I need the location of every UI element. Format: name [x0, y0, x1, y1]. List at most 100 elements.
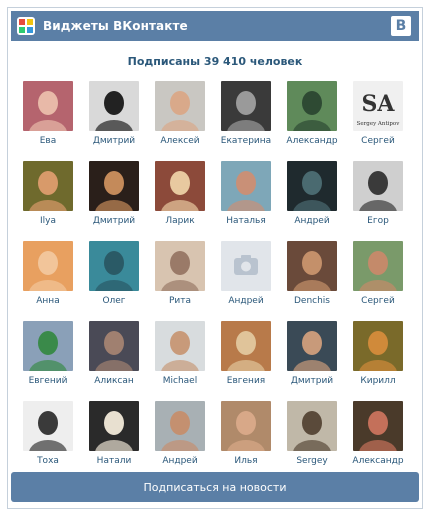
- subscriber-name[interactable]: Дмитрий: [93, 216, 135, 226]
- subscriber-item[interactable]: Евгения: [213, 321, 279, 401]
- subscriber-item[interactable]: Евгений: [15, 321, 81, 401]
- avatar[interactable]: [89, 161, 139, 211]
- avatar[interactable]: [23, 401, 73, 451]
- subscriber-item[interactable]: Ева: [15, 81, 81, 161]
- subscriber-name[interactable]: Олег: [102, 296, 125, 306]
- subscribers-grid: Ева Дмитрий Алексей Екатерина Александр SA Ser…: [15, 81, 411, 481]
- subscriber-name[interactable]: Натали: [97, 456, 132, 466]
- avatar[interactable]: [221, 81, 271, 131]
- subscriber-name[interactable]: Андрей: [228, 296, 263, 306]
- subscriber-name[interactable]: Евгений: [29, 376, 68, 386]
- avatar[interactable]: [353, 401, 403, 451]
- subscriber-item[interactable]: Александр: [345, 401, 411, 481]
- subscriber-name[interactable]: Евгения: [227, 376, 265, 386]
- subscriber-name[interactable]: Екатерина: [221, 136, 271, 146]
- subscriber-item[interactable]: Тоха: [15, 401, 81, 481]
- subscriber-item[interactable]: Андрей: [279, 161, 345, 241]
- subscriber-name[interactable]: Егор: [367, 216, 389, 226]
- avatar[interactable]: [287, 321, 337, 371]
- avatar[interactable]: [353, 161, 403, 211]
- subscriber-name[interactable]: Андрей: [294, 216, 329, 226]
- subscriber-name[interactable]: Ларик: [165, 216, 194, 226]
- subscriber-name[interactable]: Рита: [169, 296, 191, 306]
- subscriber-item[interactable]: Алексей: [147, 81, 213, 161]
- avatar[interactable]: [353, 321, 403, 371]
- subscriber-name[interactable]: Сергей: [361, 136, 395, 146]
- avatar[interactable]: [155, 401, 205, 451]
- avatar[interactable]: [221, 401, 271, 451]
- avatar[interactable]: [89, 321, 139, 371]
- subscriber-name[interactable]: Илья: [234, 456, 257, 466]
- subscriber-item[interactable]: Ilya: [15, 161, 81, 241]
- avatar[interactable]: [155, 321, 205, 371]
- subscriber-item[interactable]: Наталья: [213, 161, 279, 241]
- subscriber-name[interactable]: Алексей: [160, 136, 199, 146]
- widget-app-icon: [17, 17, 35, 35]
- subscriber-name[interactable]: Анна: [36, 296, 59, 306]
- subscriber-item[interactable]: Егор: [345, 161, 411, 241]
- avatar[interactable]: [353, 241, 403, 291]
- subscribe-button[interactable]: Подписаться на новости: [11, 472, 419, 502]
- subscriber-name[interactable]: Ева: [40, 136, 57, 146]
- avatar[interactable]: [23, 321, 73, 371]
- subscriber-item[interactable]: Олег: [81, 241, 147, 321]
- subscriber-item[interactable]: Андрей: [147, 401, 213, 481]
- subscriber-item[interactable]: Denchis: [279, 241, 345, 321]
- vk-logo[interactable]: В: [391, 16, 411, 36]
- avatar[interactable]: [155, 81, 205, 131]
- subscribers-count: Подписаны 39 410 человек: [127, 55, 303, 68]
- avatar[interactable]: [23, 241, 73, 291]
- subscriber-name[interactable]: Александр: [286, 136, 337, 146]
- avatar[interactable]: [221, 161, 271, 211]
- subscriber-item[interactable]: Кирилл: [345, 321, 411, 401]
- avatar[interactable]: [89, 81, 139, 131]
- subscriber-item[interactable]: Ларик: [147, 161, 213, 241]
- avatar[interactable]: [287, 401, 337, 451]
- subscriber-item[interactable]: Сергей: [345, 241, 411, 321]
- avatar[interactable]: SA Sergey Antipov: [353, 81, 403, 131]
- subscriber-name[interactable]: Наталья: [226, 216, 266, 226]
- subscriber-name[interactable]: Denchis: [294, 296, 330, 306]
- avatar-logo-text: SA: [362, 91, 396, 117]
- subscriber-item[interactable]: Натали: [81, 401, 147, 481]
- avatar[interactable]: [287, 161, 337, 211]
- subscriber-name[interactable]: Александр: [352, 456, 403, 466]
- avatar[interactable]: [155, 241, 205, 291]
- subscriber-item[interactable]: Michael: [147, 321, 213, 401]
- subscriber-name[interactable]: Тоха: [37, 456, 59, 466]
- subscriber-name[interactable]: Аликсан: [94, 376, 134, 386]
- subscriber-item[interactable]: Екатерина: [213, 81, 279, 161]
- subscriber-item[interactable]: Дмитрий: [81, 81, 147, 161]
- subscriber-name[interactable]: Ilya: [40, 216, 56, 226]
- subscriber-item[interactable]: Илья: [213, 401, 279, 481]
- header-title: Виджеты ВКонтакте: [43, 19, 188, 33]
- subscriber-item[interactable]: Аликсан: [81, 321, 147, 401]
- camera-placeholder-icon[interactable]: [221, 241, 271, 291]
- subscriber-item[interactable]: Александр: [279, 81, 345, 161]
- subscriber-name[interactable]: Michael: [163, 376, 197, 386]
- subscriber-name[interactable]: Андрей: [162, 456, 197, 466]
- avatar[interactable]: [23, 161, 73, 211]
- avatar-logo-caption: Sergey Antipov: [357, 121, 401, 127]
- subscriber-name[interactable]: Кирилл: [360, 376, 395, 386]
- subscriber-item[interactable]: Андрей: [213, 241, 279, 321]
- avatar[interactable]: [287, 81, 337, 131]
- subscriber-name[interactable]: Дмитрий: [93, 136, 135, 146]
- subscriber-item[interactable]: SA Sergey Antipov Сергей: [345, 81, 411, 161]
- subscriber-item[interactable]: Анна: [15, 241, 81, 321]
- subscriber-item[interactable]: Дмитрий: [81, 161, 147, 241]
- subscriber-name[interactable]: Sergey: [296, 456, 327, 466]
- avatar[interactable]: [23, 81, 73, 131]
- widget-header: Виджеты ВКонтакте В: [11, 11, 419, 41]
- avatar[interactable]: [155, 161, 205, 211]
- avatar[interactable]: [221, 321, 271, 371]
- subscriber-item[interactable]: Sergey: [279, 401, 345, 481]
- avatar[interactable]: [89, 241, 139, 291]
- avatar[interactable]: [89, 401, 139, 451]
- subscriber-item[interactable]: Дмитрий: [279, 321, 345, 401]
- subscriber-name[interactable]: Дмитрий: [291, 376, 333, 386]
- subscriber-item[interactable]: Рита: [147, 241, 213, 321]
- subscriber-name[interactable]: Сергей: [361, 296, 395, 306]
- vk-widget: Виджеты ВКонтакте В Подписаны 39 410 чел…: [7, 7, 423, 509]
- avatar[interactable]: [287, 241, 337, 291]
